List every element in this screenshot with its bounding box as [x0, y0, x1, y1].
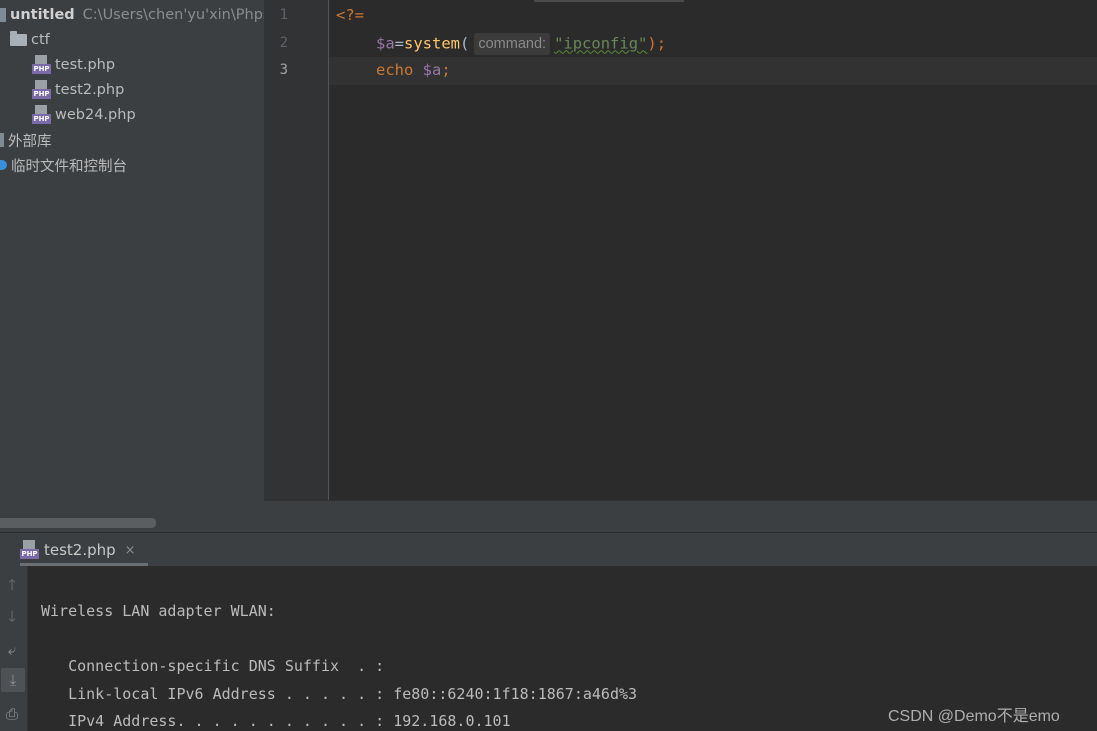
- operator: =: [394, 34, 405, 53]
- scratches-label: 临时文件和控制台: [11, 158, 127, 175]
- console-line: IPv4 Address. . . . . . . . . . . : 192.…: [41, 712, 511, 730]
- code-line-2[interactable]: $a=system(command: "ipconfig");: [376, 33, 666, 55]
- scroll-to-end-icon[interactable]: ⤓: [1, 668, 25, 692]
- line-number: 3: [279, 62, 288, 78]
- scratches-icon: [0, 160, 7, 170]
- variable: $a: [376, 34, 395, 53]
- editor-tab-indicator: [534, 0, 684, 2]
- tree-file-web24[interactable]: PHP web24.php: [32, 103, 136, 127]
- php-file-icon: PHP: [20, 540, 39, 560]
- close-icon[interactable]: ×: [125, 543, 136, 558]
- php-open-tag: <?=: [336, 6, 364, 24]
- keyword: echo: [376, 61, 414, 79]
- code-line-1[interactable]: <?=: [336, 6, 364, 24]
- up-arrow-icon[interactable]: ↑: [0, 573, 24, 597]
- file-label: test.php: [55, 57, 116, 73]
- console-line: Link-local IPv6 Address . . . . . : fe80…: [41, 685, 638, 703]
- semicolon: ;: [441, 61, 451, 79]
- root-path: C:\Users\chen'yu'xin\Phps: [82, 7, 264, 23]
- string-literal: "ipconfig": [554, 34, 648, 53]
- file-label: test2.php: [55, 82, 125, 98]
- tree-file-test[interactable]: PHP test.php: [32, 53, 115, 77]
- soft-wrap-icon[interactable]: ⤶: [0, 638, 24, 662]
- php-file-icon: PHP: [32, 105, 51, 125]
- paren: (: [460, 34, 470, 53]
- down-arrow-icon[interactable]: ↓: [0, 605, 24, 629]
- project-tool-window: untitled C:\Users\chen'yu'xin\Phps ctf P…: [0, 0, 264, 532]
- watermark: CSDN @Demo不是emo: [888, 708, 1060, 725]
- library-icon: [0, 133, 4, 147]
- run-tab-bar: PHP test2.php ×: [0, 532, 1097, 567]
- code-editor[interactable]: 1 2 3 <?= $a=system(command: "ipconfig");…: [264, 0, 1097, 500]
- parameter-hint: command:: [474, 33, 551, 55]
- line-number: 1: [279, 7, 288, 23]
- run-toolbar: ↑ ↓ ⤶ ⤓ ⎙: [0, 566, 28, 731]
- editor-bottom-band: [264, 500, 1097, 533]
- file-label: web24.php: [55, 107, 136, 123]
- tab-label: test2.php: [44, 541, 116, 559]
- tree-file-test2[interactable]: PHP test2.php: [32, 78, 124, 102]
- php-file-icon: PHP: [32, 55, 51, 75]
- code-line-3[interactable]: echo $a;: [376, 61, 451, 79]
- statement-end: );: [647, 34, 667, 53]
- console-line: Connection-specific DNS Suffix . :: [41, 657, 385, 675]
- horizontal-scrollbar[interactable]: [0, 518, 156, 528]
- function-name: system: [404, 34, 461, 53]
- external-libs-label: 外部库: [8, 133, 52, 150]
- line-number: 2: [279, 35, 288, 51]
- print-icon[interactable]: ⎙: [0, 702, 24, 726]
- root-name: untitled: [10, 7, 75, 23]
- folder-icon: [10, 31, 27, 46]
- php-file-icon: PHP: [32, 80, 51, 100]
- module-icon: [0, 8, 6, 22]
- tab-test2[interactable]: PHP test2.php ×: [20, 533, 136, 567]
- tree-external-libraries[interactable]: 外部库: [0, 128, 52, 152]
- console-line: Wireless LAN adapter WLAN:: [41, 602, 276, 620]
- variable: $a: [422, 61, 442, 79]
- tree-root-untitled[interactable]: untitled C:\Users\chen'yu'xin\Phps: [0, 3, 264, 27]
- tree-folder-ctf[interactable]: ctf: [10, 28, 50, 52]
- line-number-gutter: 1 2 3: [264, 0, 329, 500]
- folder-label: ctf: [31, 32, 50, 48]
- tree-scratches[interactable]: 临时文件和控制台: [0, 153, 127, 177]
